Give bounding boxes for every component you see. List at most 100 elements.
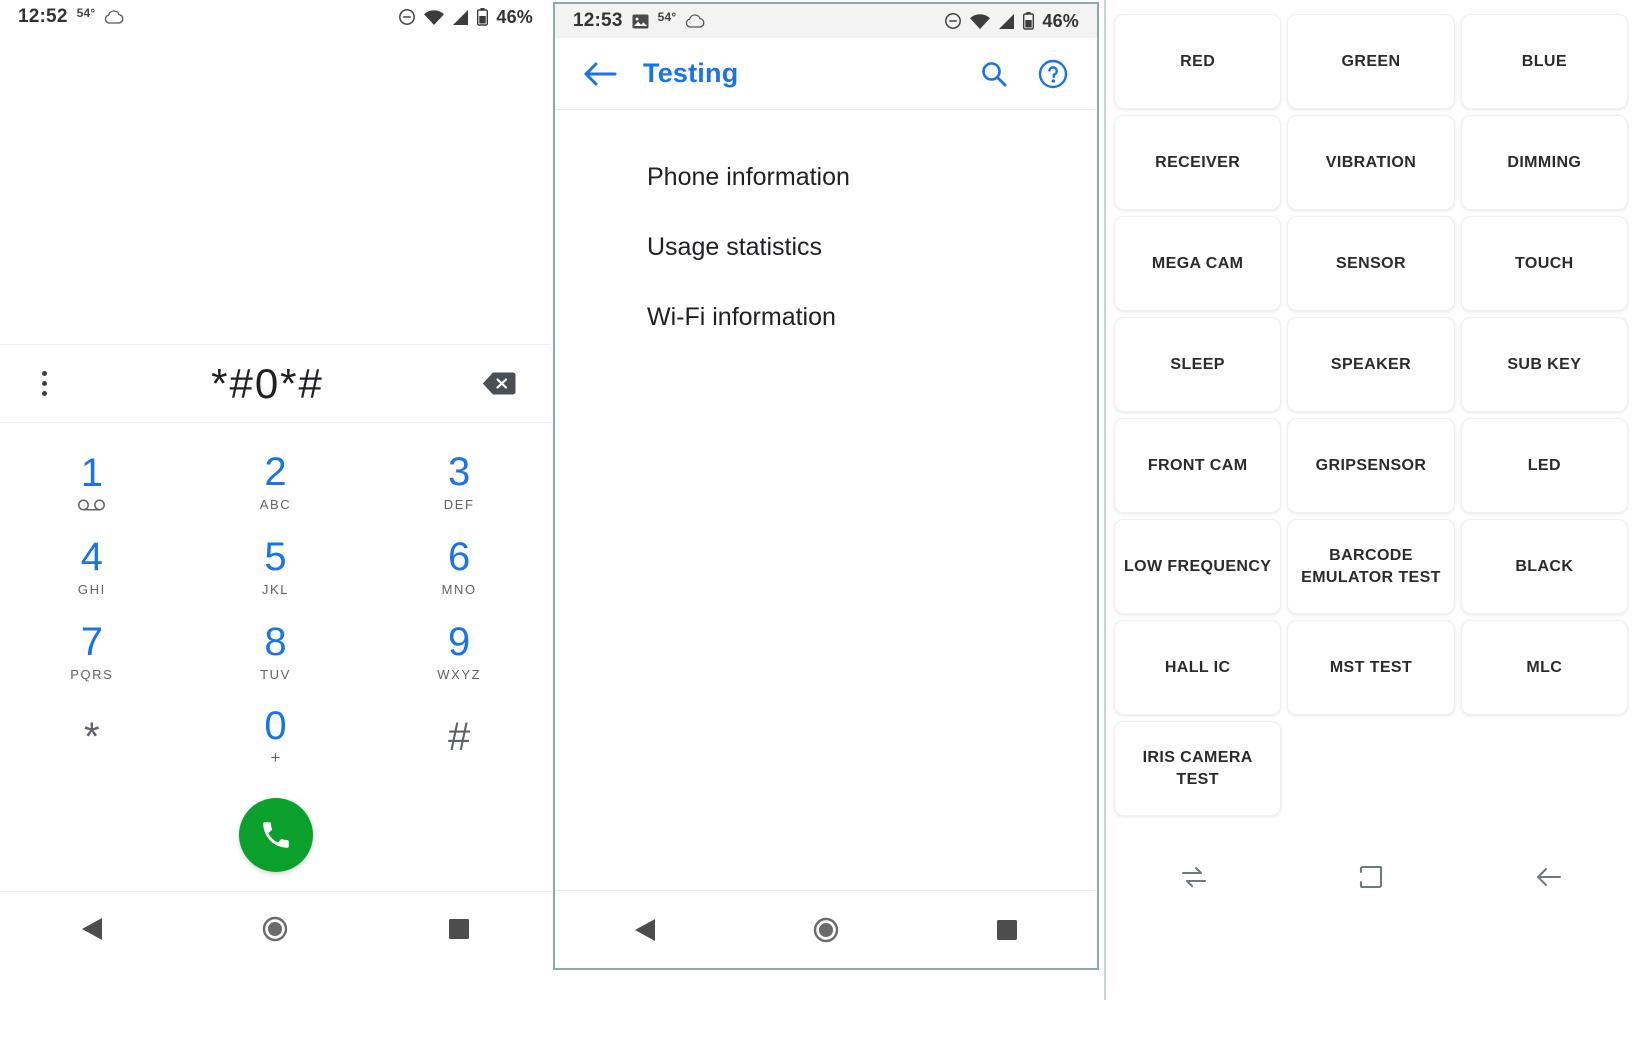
dialpad-key-2[interactable]: 2 ABC — [184, 439, 368, 524]
home-square-icon[interactable] — [1331, 852, 1411, 902]
page-title: Testing — [643, 58, 739, 88]
dialpad-row-1: 1 2 ABC 3 DEF — [0, 439, 551, 524]
call-icon — [259, 818, 293, 852]
dialpad-key-9[interactable]: 9 WXYZ — [367, 609, 551, 694]
testing-navigation-bar — [555, 890, 1097, 968]
dialpad-key-7[interactable]: 7 PQRS — [0, 609, 184, 694]
wifi-icon — [969, 13, 991, 30]
home-circle-icon[interactable] — [791, 905, 861, 955]
help-circle-icon[interactable] — [1037, 58, 1069, 90]
test-button-sub-key[interactable]: SUB KEY — [1460, 317, 1628, 412]
dialer-call-log-area — [0, 34, 551, 344]
dialpad-key-0[interactable]: 0 + — [184, 694, 368, 779]
dialpad-key-4[interactable]: 4 GHI — [0, 524, 184, 609]
dialpad-key-1[interactable]: 1 — [0, 439, 184, 524]
testing-status-bar: 12:53 54° 46% — [555, 4, 1097, 38]
dialpad-key-9-letters: WXYZ — [437, 666, 482, 682]
cellular-signal-icon — [452, 9, 470, 26]
test-button-green[interactable]: GREEN — [1287, 14, 1455, 109]
test-button-low-frequency[interactable]: LOW FREQUENCY — [1114, 519, 1282, 614]
do-not-disturb-icon — [398, 8, 416, 26]
status-bar-left: 12:53 54° — [573, 10, 705, 32]
test-button-mst-test[interactable]: MST TEST — [1287, 620, 1455, 715]
testing-menu-item-phone-information[interactable]: Phone information — [555, 142, 1097, 212]
testing-menu-item-usage-statistics[interactable]: Usage statistics — [555, 212, 1097, 282]
dialpad-key-4-letters: GHI — [77, 581, 106, 597]
dialpad-key-0-plus: + — [270, 747, 281, 767]
status-temperature: 54° — [657, 10, 677, 24]
test-button-iris-camera-test[interactable]: IRIS CAMERA TEST — [1114, 721, 1282, 816]
dial-display-row: *#0*# — [0, 344, 551, 422]
recents-square-icon[interactable] — [972, 905, 1042, 955]
cloud-icon — [685, 14, 705, 28]
backspace-icon[interactable] — [477, 371, 521, 396]
test-button-sleep[interactable]: SLEEP — [1114, 317, 1282, 412]
dialpad-row-3: 7 PQRS 8 TUV 9 WXYZ — [0, 609, 551, 694]
testing-app-bar: Testing — [555, 38, 1097, 110]
dialpad-key-5[interactable]: 5 JKL — [184, 524, 368, 609]
dialpad-key-6-letters: MNO — [441, 581, 477, 597]
test-button-speaker[interactable]: SPEAKER — [1287, 317, 1455, 412]
search-icon[interactable] — [979, 59, 1009, 89]
test-grid-wrap: RED GREEN BLUE RECEIVER VIBRATION DIMMIN… — [1106, 0, 1636, 816]
status-temperature: 54° — [76, 6, 96, 20]
battery-percent: 46% — [1042, 10, 1079, 31]
test-button-front-cam[interactable]: FRONT CAM — [1114, 418, 1282, 513]
test-button-red[interactable]: RED — [1114, 14, 1282, 109]
dialed-number[interactable]: *#0*# — [58, 360, 477, 408]
dialpad-key-hash[interactable]: # — [367, 694, 551, 779]
dialpad-key-8-letters: TUV — [260, 666, 291, 682]
test-button-mlc[interactable]: MLC — [1460, 620, 1628, 715]
status-bar-left: 12:52 54° — [18, 6, 124, 28]
test-grid-navigation-bar — [1106, 834, 1636, 920]
dialpad-key-1-number: 1 — [80, 450, 103, 495]
dialpad-key-9-number: 9 — [448, 619, 471, 664]
test-button-blue[interactable]: BLUE — [1460, 14, 1628, 109]
arrow-back-icon[interactable] — [583, 60, 617, 88]
back-triangle-icon[interactable] — [57, 904, 127, 954]
dialpad-key-8[interactable]: 8 TUV — [184, 609, 368, 694]
call-button-row — [0, 779, 551, 891]
dialpad-key-5-number: 5 — [264, 534, 287, 579]
wifi-icon — [423, 9, 445, 26]
dialpad: 1 2 ABC 3 DEF 4 GHI 5 JKL 6 MNO 7 PQRS 8… — [0, 422, 551, 779]
test-grid-empty-cell — [1461, 721, 1628, 816]
home-circle-icon[interactable] — [240, 904, 310, 954]
dialpad-key-6-number: 6 — [448, 534, 471, 579]
recents-square-icon[interactable] — [424, 904, 494, 954]
dialer-navigation-bar — [0, 891, 551, 965]
battery-percent: 46% — [496, 6, 533, 27]
back-triangle-icon[interactable] — [610, 905, 680, 955]
test-button-black[interactable]: BLACK — [1460, 519, 1628, 614]
test-button-mega-cam[interactable]: MEGA CAM — [1114, 216, 1282, 311]
test-button-receiver[interactable]: RECEIVER — [1114, 115, 1282, 210]
dialer-status-bar: 12:52 54° 46% — [0, 0, 551, 34]
test-button-hall-ic[interactable]: HALL IC — [1114, 620, 1282, 715]
test-button-gripsensor[interactable]: GRIPSENSOR — [1287, 418, 1455, 513]
test-button-barcode-emulator-test[interactable]: BARCODE EMULATOR TEST — [1287, 519, 1455, 614]
dialpad-key-4-number: 4 — [80, 534, 103, 579]
test-button-led[interactable]: LED — [1460, 418, 1628, 513]
voicemail-icon — [77, 499, 107, 511]
do-not-disturb-icon — [944, 12, 962, 30]
back-arrow-icon[interactable] — [1508, 852, 1588, 902]
testing-phone-panel: 12:53 54° 46% Testing Phone information … — [553, 2, 1099, 970]
dialpad-key-star[interactable]: * — [0, 694, 184, 779]
dialpad-key-6[interactable]: 6 MNO — [367, 524, 551, 609]
status-time: 12:52 — [18, 6, 68, 27]
test-button-dimming[interactable]: DIMMING — [1460, 115, 1628, 210]
test-button-sensor[interactable]: SENSOR — [1287, 216, 1455, 311]
testing-menu-item-wifi-information[interactable]: Wi-Fi information — [555, 282, 1097, 352]
dialpad-key-3-number: 3 — [448, 449, 471, 494]
call-button[interactable] — [238, 798, 313, 872]
cloud-icon — [104, 10, 124, 24]
test-button-touch[interactable]: TOUCH — [1460, 216, 1628, 311]
testing-content-spacer — [555, 352, 1097, 890]
test-button-vibration[interactable]: VIBRATION — [1287, 115, 1455, 210]
recents-swap-icon[interactable] — [1154, 852, 1234, 902]
test-grid-empty-cell — [1287, 721, 1454, 816]
overflow-menu-icon[interactable] — [30, 371, 58, 396]
dialpad-key-2-number: 2 — [264, 449, 287, 494]
dialpad-key-star-symbol: * — [84, 714, 100, 759]
dialpad-key-3[interactable]: 3 DEF — [367, 439, 551, 524]
